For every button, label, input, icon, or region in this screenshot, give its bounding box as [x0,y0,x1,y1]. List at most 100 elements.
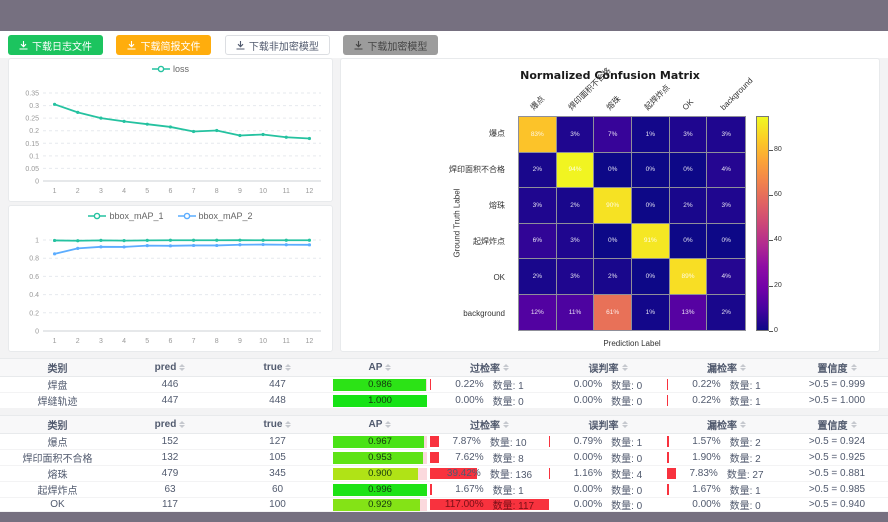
miss-rate-count: 数量: 27 [727,466,764,481]
svg-text:0.1: 0.1 [29,153,39,160]
miss-rate-value: 1.90% [692,452,720,463]
over-rate-count: 数量: 0 [493,393,524,408]
col-header-true[interactable]: true [225,359,330,377]
legend-item-bbox_mAP_2[interactable]: bbox_mAP_2 [178,211,253,221]
svg-text:10: 10 [259,338,267,345]
col-header-mis[interactable]: 误判率 [549,416,667,434]
matrix-row-label: OK [341,259,511,295]
cell-miss: 0.22%数量: 1 [667,393,786,409]
map-line-chart: 00.20.40.60.81123456789101112 [9,206,332,351]
col-header-pred[interactable]: pred [115,359,225,377]
cell-pred: 117 [115,498,225,512]
download-plain-model-button[interactable]: 下载非加密模型 [225,35,330,55]
svg-text:0.8: 0.8 [29,256,39,263]
cell-mis: 0.00%数量: 0 [549,450,667,466]
col-header-category: 类别 [0,359,115,377]
col-header-pred[interactable]: pred [115,416,225,434]
cell-miss: 1.90% 数量: 2 [667,450,786,466]
cell-category: 焊印面积不合格 [0,450,115,466]
legend-item-bbox_mAP_1[interactable]: bbox_mAP_1 [88,211,163,221]
svg-text:0.35: 0.35 [25,91,39,98]
col-header-over[interactable]: 过检率 [430,416,549,434]
matrix-cell: 13% [670,295,708,331]
miss-rate-count: 数量: 2 [730,450,761,465]
col-header-miss[interactable]: 漏检率 [667,416,786,434]
col-header-true[interactable]: true [225,416,330,434]
svg-text:0.3: 0.3 [29,103,39,110]
mis-rate-value: 0.00% [574,395,602,406]
matrix-cell: 3% [670,117,708,153]
matrix-cell: 3% [707,117,745,153]
mis-rate-value: 1.16% [574,468,602,479]
cell-pred: 63 [115,482,225,498]
cell-true: 100 [225,498,330,512]
colorbar-tick-label: 20 [774,282,782,289]
miss-rate-value: 0.22% [692,395,720,406]
confusion-matrix-card: Normalized Confusion Matrix Ground Truth… [340,58,880,352]
table-row: 焊缝轨迹4474481.0000.00%数量: 00.00%数量: 00.22%… [0,393,888,409]
matrix-cell: 0% [632,153,670,189]
cell-mis: 0.79%数量: 1 [549,434,667,450]
sort-carets-icon [179,421,185,428]
map-chart-legend: bbox_mAP_1 bbox_mAP_2 [9,211,332,221]
matrix-cell: 89% [670,259,708,295]
col-header-ap[interactable]: AP [330,416,430,434]
svg-text:4: 4 [122,188,126,195]
svg-text:0.15: 0.15 [25,141,39,148]
cell-ap: 0.986 [330,377,430,393]
cell-true: 60 [225,482,330,498]
matrix-cell: 3% [557,117,595,153]
over-rate-count: 数量: 1 [493,377,524,392]
matrix-cell: 3% [519,188,557,224]
col-header-mis[interactable]: 误判率 [549,359,667,377]
matrix-cell: 3% [557,259,595,295]
col-header-conf[interactable]: 置信度 [786,416,888,434]
matrix-cell: 0% [594,224,632,260]
matrix-cell: 61% [594,295,632,331]
col-header-miss[interactable]: 漏检率 [667,359,786,377]
col-header-conf[interactable]: 置信度 [786,359,888,377]
download-icon [19,41,28,50]
prediction-axis-label: Prediction Label [518,339,746,348]
matrix-cell: 2% [707,295,745,331]
over-rate-bar [430,379,431,390]
colorbar-tick-label: 40 [774,236,782,243]
svg-text:0.6: 0.6 [29,274,39,281]
col-header-ap[interactable]: AP [330,359,430,377]
cell-ap: 0.900 [330,466,430,482]
sort-carets-icon [503,364,509,371]
matrix-cell: 11% [557,295,595,331]
matrix-row-label: 起焊炸点 [341,224,511,260]
mis-rate-value: 0.00% [574,484,602,495]
cell-ap: 0.996 [330,482,430,498]
over-rate-value: 7.87% [452,436,480,447]
download-report-button[interactable]: 下载简报文件 [116,35,211,55]
svg-text:6: 6 [168,338,172,345]
table-row: 焊盘4464470.9860.22%数量: 10.00%数量: 00.22%数量… [0,377,888,393]
download-icon [127,41,136,50]
cell-confidence: >0.5 = 0.999 [786,377,888,393]
miss-rate-count: 数量: 0 [730,498,761,512]
cell-over: 1.67%数量: 1 [430,482,549,498]
matrix-row-label: background [341,295,511,331]
map-chart-card: bbox_mAP_1bbox_mAP_2 00.20.40.60.8112345… [8,205,333,352]
matrix-cell: 94% [557,153,595,189]
matrix-row-label: 焊印面积不合格 [341,152,511,188]
miss-rate-bar [667,379,668,390]
legend-item-loss[interactable]: loss [152,64,189,74]
download-encrypted-model-button[interactable]: 下载加密模型 [343,35,438,55]
miss-rate-bar [667,468,676,479]
miss-rate-bar [667,395,668,406]
matrix-cell: 2% [670,188,708,224]
table-row: 焊印面积不合格1321050.9537.62%数量: 80.00%数量: 01.… [0,450,888,466]
metrics-table-2: 类别predtrueAP过检率误判率漏检率置信度爆点1521270.9677.8… [0,415,888,512]
colorbar-tick-label: 0 [774,327,778,334]
sort-carets-icon [622,364,628,371]
col-header-over[interactable]: 过检率 [430,359,549,377]
col-header-label: 过检率 [470,360,500,375]
cell-category: 焊盘 [0,377,115,393]
download-log-button[interactable]: 下载日志文件 [8,35,103,55]
legend-line-icon [152,65,170,73]
cell-confidence: >0.5 = 0.924 [786,434,888,450]
over-rate-count: 数量: 10 [490,434,527,449]
